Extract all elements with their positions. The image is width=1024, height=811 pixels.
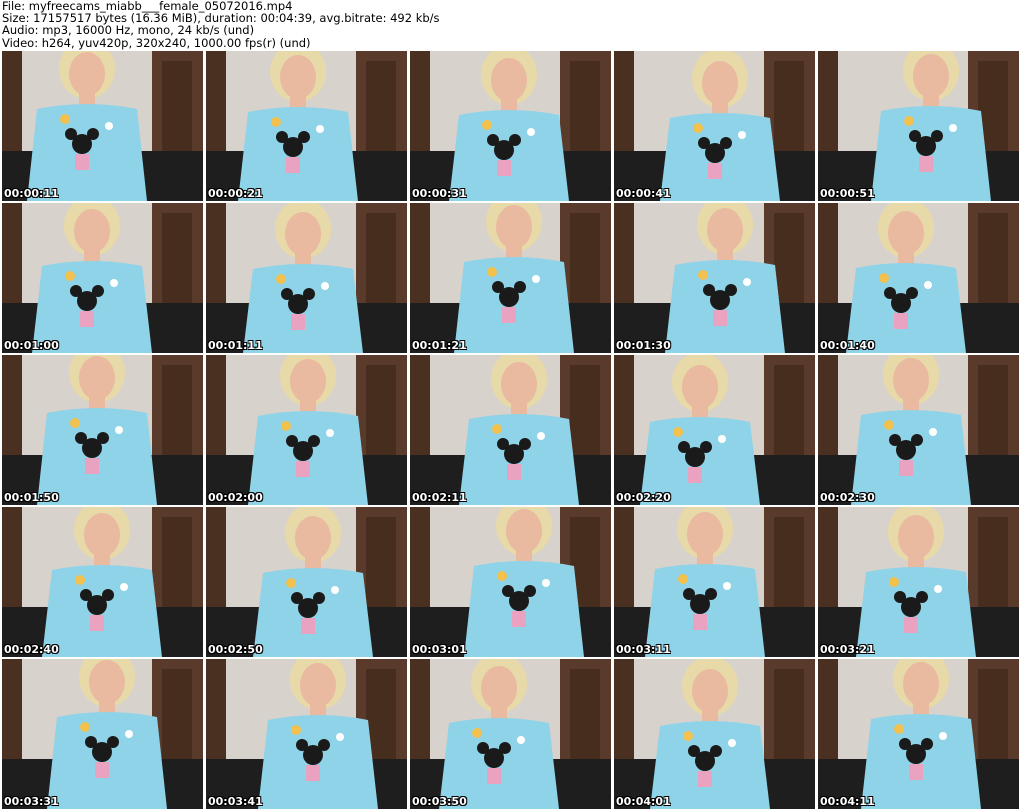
video-frame-thumbnail: 00:03:11 [614, 507, 815, 657]
frame-timestamp: 00:01:40 [820, 339, 875, 352]
video-frame-thumbnail: 00:00:41 [614, 51, 815, 201]
video-frame-thumbnail: 00:02:11 [410, 355, 611, 505]
video-frame-thumbnail: 00:00:11 [2, 51, 203, 201]
frame-image [206, 659, 407, 809]
video-frame-thumbnail: 00:03:41 [206, 659, 407, 809]
video-frame-thumbnail: 00:02:40 [2, 507, 203, 657]
frame-timestamp: 00:00:11 [4, 187, 59, 200]
frame-image [614, 659, 815, 809]
video-frame-thumbnail: 00:00:51 [818, 51, 1019, 201]
frame-image [206, 355, 407, 505]
video-frame-thumbnail: 00:02:50 [206, 507, 407, 657]
video-frame-thumbnail: 00:04:11 [818, 659, 1019, 809]
video-frame-thumbnail: 00:02:20 [614, 355, 815, 505]
frame-image [206, 51, 407, 201]
frame-image [410, 507, 611, 657]
frame-timestamp: 00:03:41 [208, 795, 263, 808]
frame-image [614, 51, 815, 201]
audio-line: Audio: mp3, 16000 Hz, mono, 24 kb/s (und… [2, 23, 255, 38]
frame-timestamp: 00:02:00 [208, 491, 263, 504]
video-frame-thumbnail: 00:03:21 [818, 507, 1019, 657]
frame-timestamp: 00:02:20 [616, 491, 671, 504]
frame-image [818, 203, 1019, 353]
frame-image [818, 355, 1019, 505]
video-frame-thumbnail: 00:01:11 [206, 203, 407, 353]
frame-image [614, 203, 815, 353]
frame-image [206, 507, 407, 657]
frame-timestamp: 00:00:21 [208, 187, 263, 200]
frame-timestamp: 00:01:00 [4, 339, 59, 352]
frame-image [2, 659, 203, 809]
video-frame-thumbnail: 00:03:31 [2, 659, 203, 809]
frame-timestamp: 00:03:21 [820, 643, 875, 656]
frame-timestamp: 00:01:21 [412, 339, 467, 352]
info-header: File: myfreecams_miabb___female_05072016… [2, 0, 1002, 50]
thumbnail-grid: 00:00:11 00:00:21 00:00:31 00:00:41 00:0… [2, 51, 1022, 809]
frame-timestamp: 00:01:30 [616, 339, 671, 352]
video-frame-thumbnail: 00:01:50 [2, 355, 203, 505]
frame-timestamp: 00:02:40 [4, 643, 59, 656]
frame-timestamp: 00:02:50 [208, 643, 263, 656]
frame-image [2, 507, 203, 657]
frame-image [614, 355, 815, 505]
frame-timestamp: 00:04:11 [820, 795, 875, 808]
video-frame-thumbnail: 00:04:01 [614, 659, 815, 809]
frame-timestamp: 00:03:50 [412, 795, 467, 808]
frame-image [410, 355, 611, 505]
frame-timestamp: 00:00:31 [412, 187, 467, 200]
frame-timestamp: 00:00:41 [616, 187, 671, 200]
video-frame-thumbnail: 00:01:30 [614, 203, 815, 353]
frame-image [818, 51, 1019, 201]
video-frame-thumbnail: 00:03:01 [410, 507, 611, 657]
frame-image [2, 355, 203, 505]
frame-timestamp: 00:01:50 [4, 491, 59, 504]
frame-timestamp: 00:03:31 [4, 795, 59, 808]
frame-timestamp: 00:02:30 [820, 491, 875, 504]
frame-image [410, 659, 611, 809]
frame-timestamp: 00:03:11 [616, 643, 671, 656]
frame-image [206, 203, 407, 353]
frame-timestamp: 00:04:01 [616, 795, 671, 808]
frame-image [614, 507, 815, 657]
video-frame-thumbnail: 00:00:21 [206, 51, 407, 201]
video-frame-thumbnail: 00:01:21 [410, 203, 611, 353]
frame-image [2, 51, 203, 201]
frame-timestamp: 00:03:01 [412, 643, 467, 656]
video-line: Video: h264, yuv420p, 320x240, 1000.00 f… [2, 35, 311, 50]
frame-image [818, 507, 1019, 657]
frame-timestamp: 00:00:51 [820, 187, 875, 200]
frame-image [410, 203, 611, 353]
video-frame-thumbnail: 00:01:00 [2, 203, 203, 353]
video-frame-thumbnail: 00:02:00 [206, 355, 407, 505]
frame-image [2, 203, 203, 353]
frame-image [410, 51, 611, 201]
video-frame-thumbnail: 00:02:30 [818, 355, 1019, 505]
video-frame-thumbnail: 00:01:40 [818, 203, 1019, 353]
video-frame-thumbnail: 00:00:31 [410, 51, 611, 201]
frame-image [818, 659, 1019, 809]
frame-timestamp: 00:02:11 [412, 491, 467, 504]
video-frame-thumbnail: 00:03:50 [410, 659, 611, 809]
frame-timestamp: 00:01:11 [208, 339, 263, 352]
